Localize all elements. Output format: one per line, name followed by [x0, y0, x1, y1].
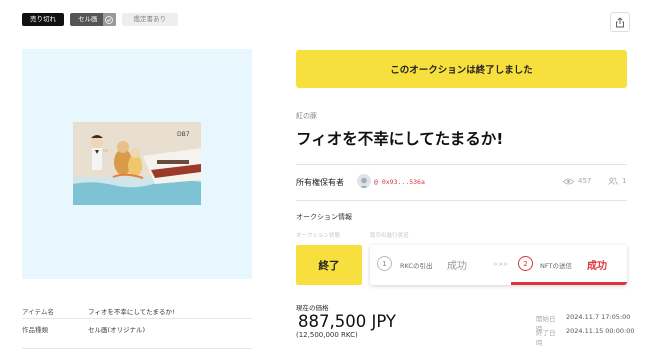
meta-divider — [22, 348, 252, 349]
item-name-key: アイテム名 — [22, 308, 54, 316]
appraisal-tag: 鑑定書あり — [121, 13, 178, 26]
svg-text:DB7: DB7 — [177, 131, 190, 138]
owner-divider — [296, 200, 627, 201]
auction-ended-banner: このオークションは終了しました — [296, 50, 627, 88]
transaction-steps: 1 RKCの引出 成功 >>> 2 NFTの送信 成功 — [370, 245, 627, 285]
like-count: 1 — [608, 177, 626, 185]
price-label: 現在の価格 — [296, 304, 329, 312]
item-type-row: 作品種類 セル画(オリジナル) — [22, 324, 145, 334]
view-count: 457 — [563, 177, 591, 185]
item-type-key: 作品種類 — [22, 326, 48, 334]
series-name[interactable]: 紅の豚 — [296, 111, 317, 121]
end-date-row: 終了日時 2024.11.15 00:00:00 — [536, 327, 634, 347]
page-title: フィオを不幸にしてたまるか! — [296, 130, 504, 148]
sold-out-tag: 売り切れ — [22, 13, 64, 26]
owner-label: 所有権保有者 — [296, 178, 344, 187]
title-divider — [296, 164, 627, 165]
step-1-number: 1 — [377, 256, 392, 271]
people-icon — [608, 177, 618, 185]
owner-address-link[interactable]: @ 0x93...536a — [374, 178, 425, 186]
check-icon — [102, 13, 116, 26]
view-count-value: 457 — [578, 177, 592, 185]
current-price: 887,500 JPY — [298, 312, 397, 331]
item-type-value: セル画(オリジナル) — [88, 326, 146, 334]
eye-icon — [563, 178, 574, 184]
auction-status-badge: 終了 — [296, 245, 362, 285]
artwork-panel: DB7 — [22, 49, 252, 279]
item-name-row: アイテム名 フィオを不幸にしてたまるか! — [22, 306, 175, 316]
item-name-value: フィオを不幸にしてたまるか! — [88, 308, 175, 316]
meta-divider — [22, 318, 252, 319]
avatar[interactable] — [357, 174, 371, 188]
transaction-progress-caption: 取引の進行状況 — [370, 233, 409, 239]
step-1-label: RKCの引出 — [400, 262, 433, 270]
like-count-value: 1 — [622, 177, 627, 185]
share-button[interactable] — [610, 12, 630, 32]
step-arrow: >>> — [493, 261, 509, 268]
share-icon — [616, 16, 624, 27]
price-rkc: (12,500,000 RKC) — [296, 331, 358, 339]
auction-info-heading: オークション情報 — [296, 213, 352, 221]
artwork-image[interactable]: DB7 — [73, 122, 201, 205]
tag-list: 売り切れ セル画 鑑定書あり — [22, 13, 178, 26]
step-progress-bar — [511, 282, 627, 285]
end-date-key: 終了日時 — [536, 329, 556, 347]
step-1-status: 成功 — [447, 261, 467, 272]
step-2-label: NFTの送信 — [540, 262, 572, 270]
auction-status-caption: オークション状態 — [296, 233, 341, 239]
cel-tag-label: セル画 — [78, 15, 98, 23]
cel-tag: セル画 — [70, 13, 116, 26]
step-2-status: 成功 — [587, 261, 607, 272]
end-date-value: 2024.11.15 00:00:00 — [566, 327, 635, 335]
step-2-number: 2 — [518, 256, 533, 271]
